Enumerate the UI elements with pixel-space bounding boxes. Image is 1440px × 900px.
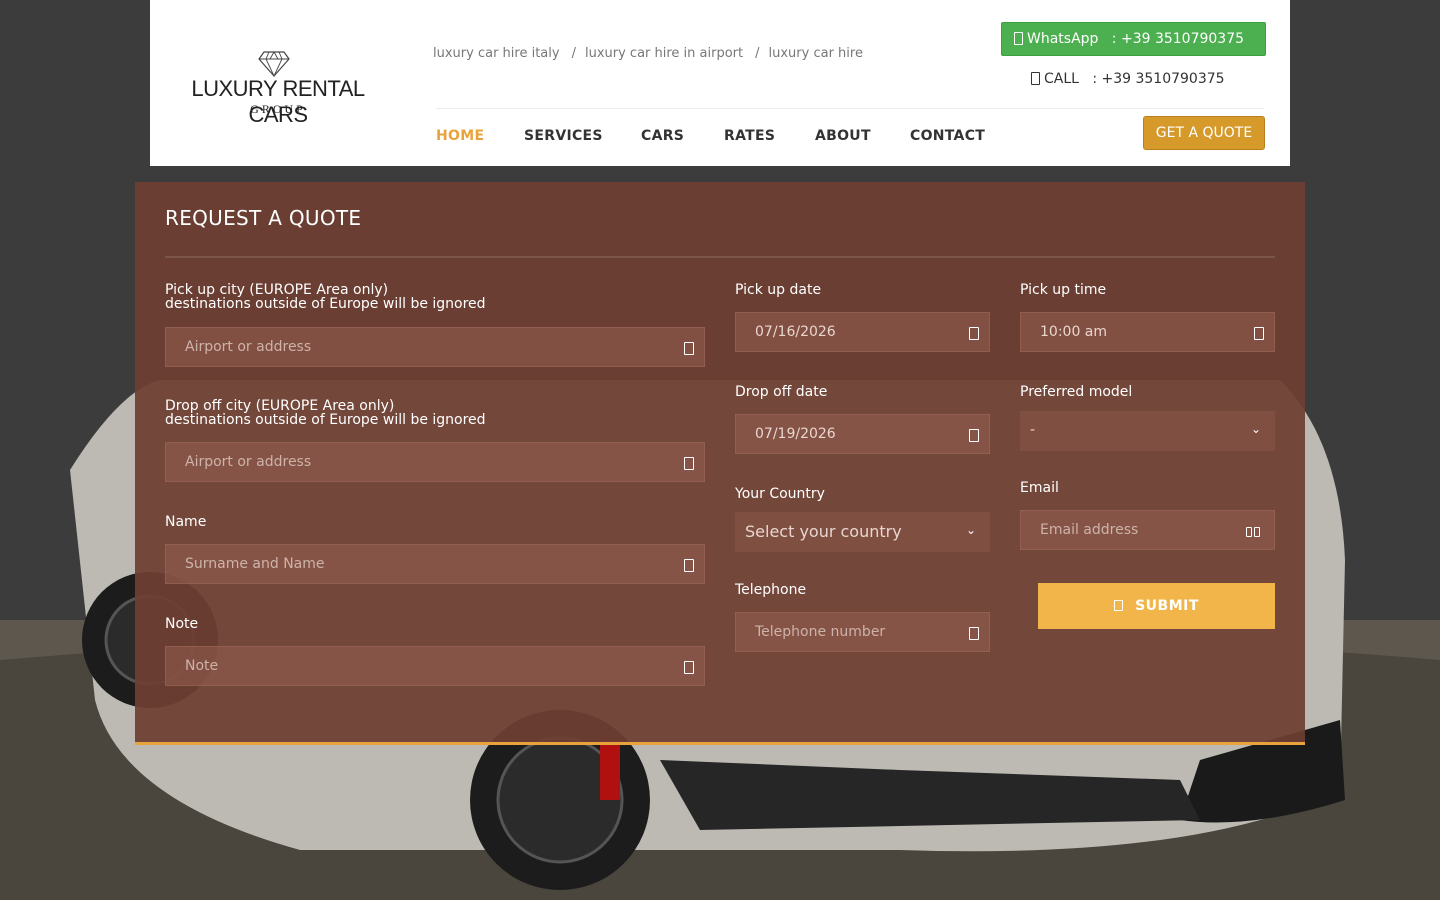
location-icon [684,342,694,355]
site-header: LUXURY RENTAL CARS GROUP luxury car hire… [150,0,1290,166]
user-icon [684,559,694,572]
whatsapp-icon [1014,32,1023,45]
telephone-field[interactable] [735,612,990,652]
nav-about[interactable]: ABOUT [815,128,871,144]
dropoff-date-label: Drop off date [735,384,828,400]
name-label: Name [165,514,207,530]
whatsapp-number: : +39 3510790375 [1111,31,1245,47]
pickup-city-label-line2: destinations outside of Europe will be i… [165,296,486,312]
get-a-quote-button[interactable]: GET A QUOTE [1143,116,1265,150]
country-select[interactable]: Select your country ⌄ [735,512,990,552]
dropoff-city-field[interactable] [165,442,705,482]
name-input[interactable] [166,545,704,583]
phone-icon [969,627,979,640]
pickup-time-field[interactable]: 10:00 am [1020,312,1275,352]
call-link[interactable]: CALL : +39 3510790375 [1031,71,1225,87]
whatsapp-button[interactable]: WhatsApp : +39 3510790375 [1001,22,1266,56]
form-divider [165,256,1275,258]
form-title: REQUEST A QUOTE [165,206,362,230]
breadcrumb-airport[interactable]: luxury car hire in airport [585,46,743,61]
email-input[interactable] [1021,511,1274,549]
quote-form-panel: REQUEST A QUOTE Pick up city (EUROPE Are… [135,182,1305,745]
chevron-down-icon: ⌄ [965,523,976,537]
name-field[interactable] [165,544,705,584]
whatsapp-label: WhatsApp [1027,31,1099,47]
dropoff-date-field[interactable]: 07/19/2026 [735,414,990,454]
dropoff-city-label: Drop off city (EUROPE Area only) destina… [165,399,486,427]
note-field[interactable] [165,646,705,686]
pickup-time-value: 10:00 am [1040,324,1108,340]
pickup-date-value: 07/16/2026 [755,324,836,340]
diamond-icon [258,51,290,78]
nav-cars[interactable]: CARS [641,128,684,144]
country-value: Select your country [745,522,902,541]
clock-icon [1254,327,1264,340]
phone-icon [1031,72,1040,85]
nav-services[interactable]: SERVICES [524,128,603,144]
nav-rates[interactable]: RATES [724,128,775,144]
pickup-date-label: Pick up date [735,282,822,298]
pickup-city-label: Pick up city (EUROPE Area only) destinat… [165,283,486,311]
nav-contact[interactable]: CONTACT [910,128,985,144]
site-logo[interactable]: LUXURY RENTAL CARS GROUP [162,50,394,127]
email-field[interactable] [1020,510,1275,550]
pickup-city-field[interactable] [165,327,705,367]
dropoff-city-label-line2: destinations outside of Europe will be i… [165,412,486,428]
breadcrumb-italy[interactable]: luxury car hire italy [433,46,560,61]
note-input[interactable] [166,647,704,685]
pickup-time-label: Pick up time [1020,282,1107,298]
email-label: Email [1020,480,1059,496]
telephone-input[interactable] [736,613,989,651]
nav-home[interactable]: HOME [436,128,484,144]
call-label: CALL [1044,71,1079,87]
pickup-city-input[interactable] [166,328,704,366]
country-label: Your Country [735,486,825,502]
note-icon [684,661,694,674]
preferred-model-value: - [1030,422,1036,438]
email-icon [1246,527,1262,539]
preferred-model-select[interactable]: - ⌄ [1020,411,1275,451]
dropoff-city-label-line1: Drop off city (EUROPE Area only) [165,398,395,414]
call-number: : +39 3510790375 [1092,71,1225,87]
telephone-label: Telephone [735,582,807,598]
pickup-city-label-line1: Pick up city (EUROPE Area only) [165,282,389,298]
breadcrumb: luxury car hire italy / luxury car hire in… [433,46,863,61]
breadcrumb-car-hire[interactable]: luxury car hire [769,46,863,61]
calendar-icon [969,429,979,442]
submit-label: SUBMIT [1135,598,1199,614]
note-label: Note [165,616,199,632]
dropoff-date-value: 07/19/2026 [755,426,836,442]
location-icon [684,457,694,470]
pickup-date-field[interactable]: 07/16/2026 [735,312,990,352]
header-divider [436,108,1264,109]
dropoff-city-input[interactable] [166,443,704,481]
logo-group-text: GROUP [250,102,306,116]
preferred-model-label: Preferred model [1020,384,1133,400]
lock-icon [1114,600,1124,611]
chevron-down-icon: ⌄ [1250,422,1261,436]
submit-button[interactable]: SUBMIT [1038,583,1275,629]
calendar-icon [969,327,979,340]
